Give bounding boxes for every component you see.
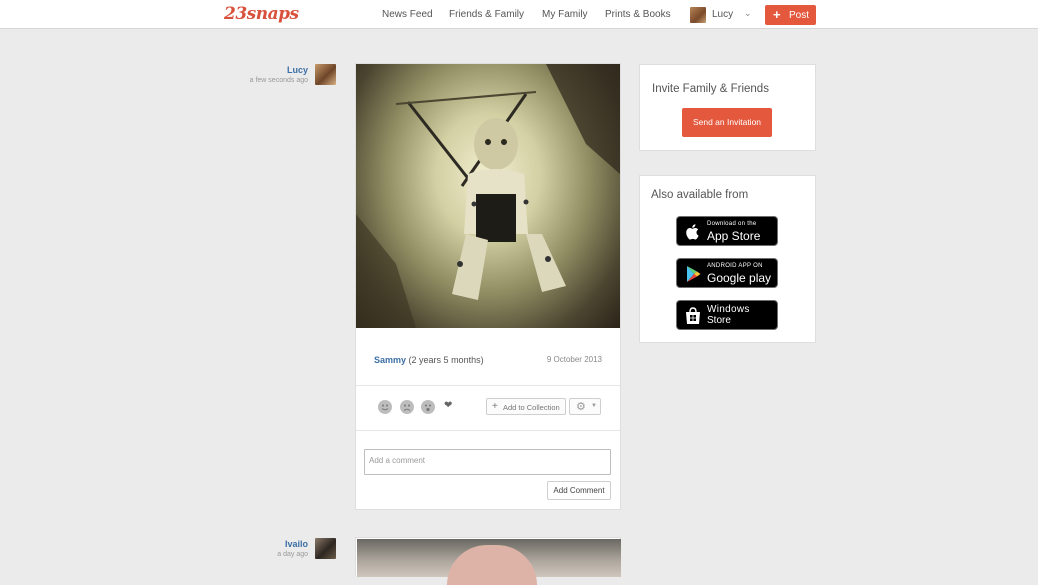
chevron-down-icon: ▼ bbox=[591, 403, 597, 409]
plus-icon: + bbox=[773, 7, 781, 22]
avatar[interactable] bbox=[315, 538, 336, 559]
nav-news-feed[interactable]: News Feed bbox=[382, 9, 433, 20]
heart-icon[interactable]: ❤ bbox=[444, 400, 452, 411]
google-play-icon bbox=[687, 266, 701, 282]
chevron-down-icon: ⌄ bbox=[744, 8, 752, 18]
plus-icon: + bbox=[492, 401, 498, 412]
post-button-label: Post bbox=[789, 10, 810, 21]
apple-icon bbox=[686, 224, 699, 240]
send-invitation-button[interactable]: Send an Invitation bbox=[682, 108, 772, 137]
app-store-badge[interactable]: Download on the App Store bbox=[676, 216, 778, 246]
settings-dropdown-button[interactable]: ⚙ ▼ bbox=[569, 398, 601, 415]
comment-input[interactable]: Add a comment bbox=[364, 449, 611, 475]
avatar bbox=[690, 7, 706, 23]
post-photo[interactable] bbox=[357, 539, 621, 585]
add-to-collection-button[interactable]: + Add to Collection bbox=[486, 398, 566, 415]
child-name[interactable]: Sammy bbox=[374, 355, 406, 365]
store-small-text: Download on the bbox=[707, 221, 757, 227]
store-big-text: App Store bbox=[707, 229, 761, 243]
child-age: (2 years 5 months) bbox=[408, 355, 484, 365]
divider bbox=[356, 430, 620, 431]
post-author: Ivailo a day ago bbox=[240, 539, 308, 558]
store-big-text: Google play bbox=[707, 271, 772, 285]
windows-store-icon bbox=[686, 307, 700, 324]
smile-icon[interactable] bbox=[378, 400, 392, 414]
add-comment-button[interactable]: Add Comment bbox=[547, 481, 611, 500]
divider bbox=[356, 385, 620, 386]
child-info: Sammy (2 years 5 months) bbox=[374, 355, 484, 365]
surprised-icon[interactable] bbox=[421, 400, 435, 414]
store-small-text: ANDROID APP ON bbox=[707, 263, 763, 269]
gear-icon: ⚙ bbox=[576, 401, 586, 413]
post-button[interactable]: + Post bbox=[765, 5, 816, 25]
store-small-text: Windows bbox=[707, 304, 750, 315]
top-navigation-bar: 23snaps News Feed Friends & Family My Fa… bbox=[0, 0, 1038, 29]
baby-photo-illustration bbox=[356, 64, 620, 328]
add-to-collection-label: Add to Collection bbox=[503, 403, 560, 412]
post-date: 9 October 2013 bbox=[546, 355, 602, 364]
sad-icon[interactable] bbox=[400, 400, 414, 414]
avatar[interactable] bbox=[315, 64, 336, 85]
user-name: Lucy bbox=[712, 9, 734, 20]
post-author: Lucy a few seconds ago bbox=[240, 65, 308, 84]
post-photo[interactable] bbox=[356, 64, 620, 328]
available-title: Also available from bbox=[651, 189, 749, 201]
post-time: a few seconds ago bbox=[249, 77, 308, 84]
nav-my-family[interactable]: My Family bbox=[542, 9, 588, 20]
author-name[interactable]: Lucy bbox=[240, 65, 308, 75]
windows-store-badge[interactable]: Windows Store bbox=[676, 300, 778, 330]
post-card bbox=[355, 537, 621, 585]
photo-subject bbox=[447, 545, 537, 585]
nav-prints-books[interactable]: Prints & Books bbox=[605, 9, 671, 20]
logo[interactable]: 23snaps bbox=[224, 4, 299, 24]
post-time: a day ago bbox=[277, 551, 308, 558]
store-big-text: Store bbox=[707, 315, 731, 326]
author-name[interactable]: Ivailo bbox=[240, 539, 308, 549]
google-play-badge[interactable]: ANDROID APP ON Google play bbox=[676, 258, 778, 288]
invite-title: Invite Family & Friends bbox=[652, 83, 769, 95]
nav-friends-family[interactable]: Friends & Family bbox=[449, 9, 524, 20]
